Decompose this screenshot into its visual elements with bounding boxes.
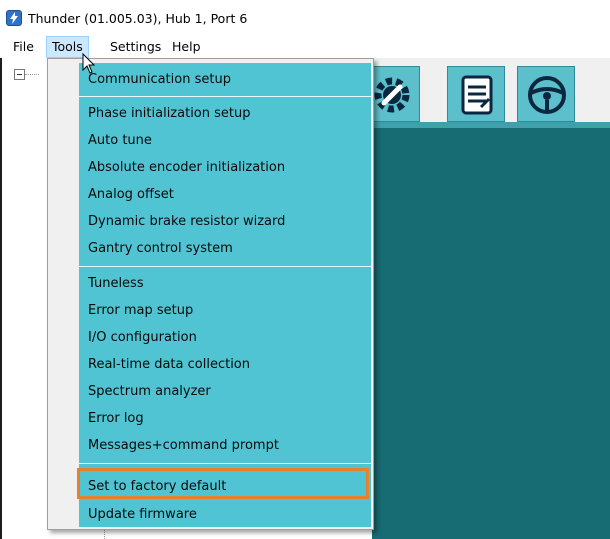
notepad-button[interactable]	[447, 66, 505, 122]
title-bar: Thunder (01.005.03), Hub 1, Port 6	[0, 0, 610, 36]
menu-item-auto-tune[interactable]: Auto tune	[88, 130, 152, 152]
menu-item-update-firmware[interactable]: Update firmware	[88, 504, 197, 526]
menu-item-absolute-encoder-initialization[interactable]: Absolute encoder initialization	[88, 157, 285, 179]
window-title: Thunder (01.005.03), Hub 1, Port 6	[28, 11, 248, 26]
mouse-cursor-icon	[82, 53, 96, 74]
menu-help[interactable]: Help	[167, 36, 206, 58]
main-content-area	[372, 128, 610, 539]
menu-item-dynamic-brake-resistor-wizard[interactable]: Dynamic brake resistor wizard	[88, 211, 285, 233]
menu-settings[interactable]: Settings	[105, 36, 166, 58]
thunder-app-icon	[6, 10, 22, 26]
wrench-gear-icon	[374, 77, 410, 113]
menu-item-tuneless[interactable]: Tuneless	[88, 273, 144, 295]
menu-item-real-time-data-collection[interactable]: Real-time data collection	[88, 354, 250, 376]
tools-dropdown-menu: Communication setup Phase initialization…	[47, 58, 374, 530]
menu-separator	[79, 96, 371, 97]
menu-item-messages-command-prompt[interactable]: Messages+command prompt	[88, 435, 279, 457]
steering-wheel-icon	[528, 76, 566, 114]
menu-separator	[79, 266, 371, 267]
tree-connector	[25, 74, 39, 75]
menu-item-error-map-setup[interactable]: Error map setup	[88, 300, 193, 322]
menu-separator	[79, 463, 371, 464]
menu-item-communication-setup[interactable]: Communication setup	[88, 69, 231, 91]
menu-item-error-log[interactable]: Error log	[88, 408, 144, 430]
steering-wheel-button[interactable]	[517, 66, 575, 122]
tree-collapse-icon[interactable]	[14, 69, 25, 80]
menu-item-analog-offset[interactable]: Analog offset	[88, 184, 174, 206]
menu-item-spectrum-analyzer[interactable]: Spectrum analyzer	[88, 381, 211, 403]
notepad-icon	[461, 75, 493, 115]
factory-default-highlight	[77, 468, 369, 499]
menu-item-io-configuration[interactable]: I/O configuration	[88, 327, 197, 349]
tools-menu-list: Communication setup Phase initialization…	[79, 63, 371, 527]
menu-item-gantry-control-system[interactable]: Gantry control system	[88, 238, 233, 260]
menu-file[interactable]: File	[8, 36, 39, 58]
menu-item-phase-initialization-setup[interactable]: Phase initialization setup	[88, 103, 251, 125]
